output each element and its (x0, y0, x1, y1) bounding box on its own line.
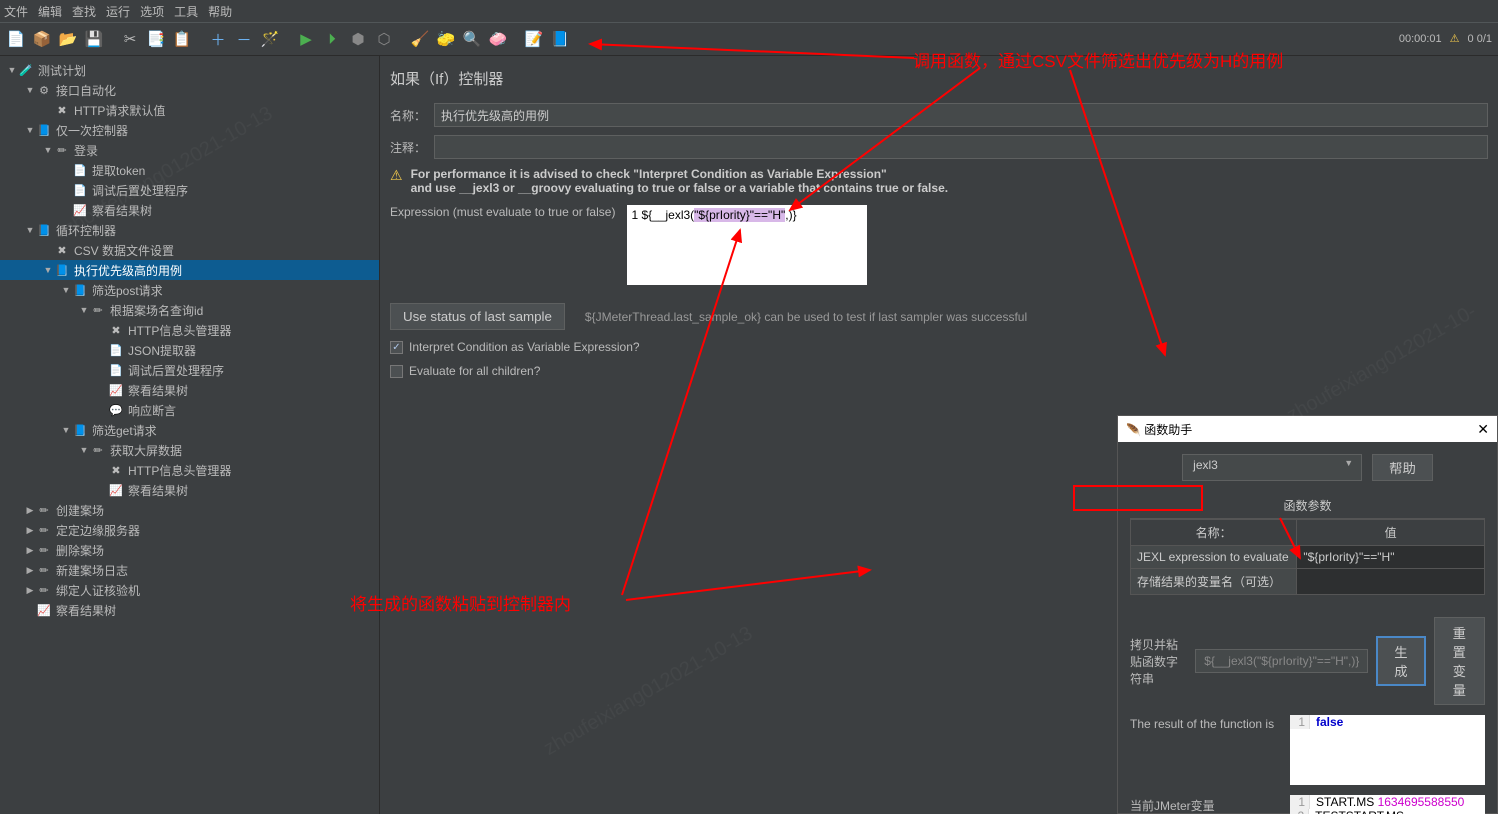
tree-item[interactable]: 📄调试后置处理程序 (0, 180, 379, 200)
stop-icon[interactable]: ⬢ (346, 27, 370, 51)
tree-item[interactable]: ▼📘循环控制器 (0, 220, 379, 240)
clear-icon[interactable]: 🧹 (408, 27, 432, 51)
tree-item[interactable]: ▶✏绑定人证核验机 (0, 580, 379, 600)
func-helper-icon[interactable]: 📝 (522, 27, 546, 51)
warn-count: 0 0/1 (1468, 33, 1492, 45)
tree-item[interactable]: ✖HTTP信息头管理器 (0, 320, 379, 340)
tree-item[interactable]: ▼📘筛选get请求 (0, 420, 379, 440)
menu-options[interactable]: 选项 (140, 3, 164, 20)
search-icon[interactable]: 🔍 (460, 27, 484, 51)
tree-item[interactable]: ▶✏创建案场 (0, 500, 379, 520)
menu-edit[interactable]: 编辑 (38, 3, 62, 20)
vars-output: 1START.MS 16346955885502TESTSTART.MS 163… (1290, 795, 1485, 814)
comment-input[interactable] (434, 135, 1488, 159)
plus-icon[interactable]: ＋ (206, 27, 230, 51)
clear-all-icon[interactable]: 🧽 (434, 27, 458, 51)
menu-find[interactable]: 查找 (72, 3, 96, 20)
interpret-checkbox[interactable] (390, 341, 403, 354)
performance-warning: ⚠ For performance it is advised to check… (390, 167, 1488, 195)
copy-icon[interactable]: 📑 (144, 27, 168, 51)
reset-search-icon[interactable]: 🧼 (486, 27, 510, 51)
menu-run[interactable]: 运行 (106, 3, 130, 20)
tree-item[interactable]: ▶✏新建案场日志 (0, 560, 379, 580)
tree-item[interactable]: ▶✏定定边缘服务器 (0, 520, 379, 540)
evaluate-children-checkbox[interactable] (390, 365, 403, 378)
save-icon[interactable]: 💾 (82, 27, 106, 51)
tree-item[interactable]: ▶✏删除案场 (0, 540, 379, 560)
wand-icon[interactable]: 🪄 (258, 27, 282, 51)
status-right: 00:00:01 ⚠ 0 0/1 (1399, 32, 1492, 45)
minus-icon[interactable]: － (232, 27, 256, 51)
evaluate-children-label: Evaluate for all children? (409, 364, 540, 378)
function-helper-dialog: 🪶 函数助手 ✕ jexl3 帮助 函数参数 名称： 值 JEXL expres… (1117, 415, 1498, 814)
new-icon[interactable]: 📄 (4, 27, 28, 51)
menu-tools[interactable]: 工具 (174, 3, 198, 20)
tree-item[interactable]: ▼📘执行优先级高的用例 (0, 260, 379, 280)
reset-vars-button[interactable]: 重置变量 (1434, 617, 1485, 705)
editor-panel: 如果（If）控制器 名称： 注释： ⚠ For performance it i… (380, 56, 1498, 814)
tree-item[interactable]: ▼📘仅一次控制器 (0, 120, 379, 140)
function-select[interactable]: jexl3 (1182, 454, 1362, 481)
table-row[interactable]: 存储结果的变量名（可选） (1131, 569, 1485, 595)
col-name: 名称： (1131, 520, 1297, 546)
panel-title: 如果（If）控制器 (390, 68, 1488, 89)
comment-label: 注释： (390, 139, 426, 156)
result-output: 1false (1290, 715, 1485, 785)
name-input[interactable] (434, 103, 1488, 127)
menu-file[interactable]: 文件 (4, 3, 28, 20)
cut-icon[interactable]: ✂ (118, 27, 142, 51)
help-button[interactable]: 帮助 (1372, 454, 1433, 481)
use-status-button[interactable]: Use status of last sample (390, 303, 565, 330)
params-table: 名称： 值 JEXL expression to evaluate "${prI… (1130, 519, 1485, 595)
tree-item[interactable]: ▼⚙接口自动化 (0, 80, 379, 100)
shutdown-icon[interactable]: ⬡ (372, 27, 396, 51)
interpret-label: Interpret Condition as Variable Expressi… (409, 340, 640, 354)
tree-item[interactable]: ▼✏获取大屏数据 (0, 440, 379, 460)
warn-icon: ⚠ (1450, 32, 1460, 45)
generate-button[interactable]: 生成 (1376, 636, 1425, 686)
test-plan-tree[interactable]: ▼🧪测试计划▼⚙接口自动化✖HTTP请求默认值▼📘仅一次控制器▼✏登录📄提取to… (0, 56, 380, 814)
play-icon[interactable]: ▶ (294, 27, 318, 51)
expression-input[interactable]: 1 ${__jexl3("${prIority}"=="H",)} (627, 205, 867, 285)
open-icon[interactable]: 📂 (56, 27, 80, 51)
use-status-hint: ${JMeterThread.last_sample_ok} can be us… (585, 310, 1027, 324)
menu-help[interactable]: 帮助 (208, 3, 232, 20)
name-label: 名称： (390, 107, 426, 124)
tree-item[interactable]: 📄提取token (0, 160, 379, 180)
tree-item[interactable]: ▼📘筛选post请求 (0, 280, 379, 300)
tree-item[interactable]: 📄JSON提取器 (0, 340, 379, 360)
tree-item[interactable]: ▼✏登录 (0, 140, 379, 160)
elapsed-time: 00:00:01 (1399, 33, 1442, 45)
tree-item[interactable]: 📈察看结果树 (0, 200, 379, 220)
vars-label: 当前JMeter变量 (1130, 795, 1280, 814)
paste-icon[interactable]: 📋 (170, 27, 194, 51)
tree-item[interactable]: 📈察看结果树 (0, 480, 379, 500)
expression-label: Expression (must evaluate to true or fal… (390, 205, 615, 219)
dialog-title: 函数助手 (1144, 423, 1192, 437)
tree-item[interactable]: ▼✏根据案场名查询id (0, 300, 379, 320)
template-icon[interactable]: 📦 (30, 27, 54, 51)
result-label: The result of the function is (1130, 715, 1280, 731)
help-icon[interactable]: 📘 (548, 27, 572, 51)
tree-item[interactable]: 📈察看结果树 (0, 380, 379, 400)
menubar: 文件 编辑 查找 运行 选项 工具 帮助 (0, 0, 1498, 22)
warn-icon: ⚠ (390, 167, 403, 195)
copy-label: 拷贝并粘贴函数字符串 (1130, 636, 1187, 687)
tree-item[interactable]: ✖CSV 数据文件设置 (0, 240, 379, 260)
tree-item[interactable]: ▼🧪测试计划 (0, 60, 379, 80)
tree-item[interactable]: 📈察看结果树 (0, 600, 379, 620)
table-row[interactable]: JEXL expression to evaluate "${prIority}… (1131, 546, 1485, 569)
tree-item[interactable]: ✖HTTP信息头管理器 (0, 460, 379, 480)
toolbar: 📄 📦 📂 💾 ✂ 📑 📋 ＋ － 🪄 ▶ ⏵ ⬢ ⬡ 🧹 🧽 🔍 🧼 📝 📘 (0, 22, 1498, 56)
play-now-icon[interactable]: ⏵ (320, 27, 344, 51)
tree-item[interactable]: 📄调试后置处理程序 (0, 360, 379, 380)
params-header: 函数参数 (1130, 497, 1485, 519)
col-value: 值 (1297, 520, 1485, 546)
tree-item[interactable]: ✖HTTP请求默认值 (0, 100, 379, 120)
tree-item[interactable]: 💬响应断言 (0, 400, 379, 420)
close-icon[interactable]: ✕ (1477, 421, 1489, 438)
generated-string-input[interactable] (1195, 649, 1368, 673)
